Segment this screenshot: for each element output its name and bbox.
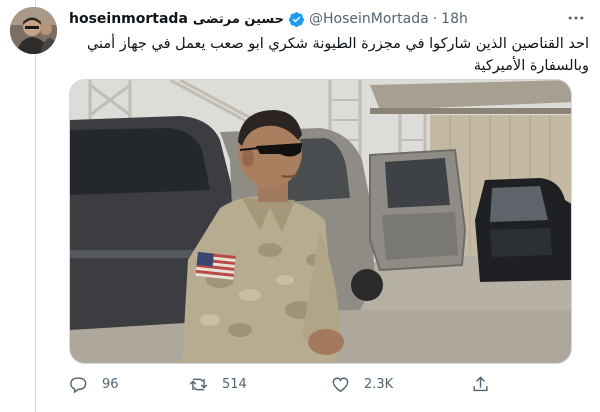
author-handle[interactable]: @HoseinMortada (309, 11, 429, 27)
tweet-timestamp[interactable]: 18h (441, 11, 468, 27)
tweet-photo[interactable] (69, 79, 572, 364)
retweet-icon (189, 378, 208, 390)
avatar[interactable] (10, 7, 57, 54)
reply-icon (70, 376, 87, 393)
like-button[interactable]: 2.3K (331, 375, 393, 394)
tweet-card[interactable]: hoseinmortada حسين مرتضى @HoseinMortada … (0, 0, 600, 412)
tweet-text: احد القناصين الذين شاركوا في مجزرة الطيو… (86, 36, 589, 74)
thread-divider (35, 0, 36, 412)
separator-dot: · (432, 11, 438, 27)
more-icon[interactable] (566, 8, 586, 28)
share-icon (473, 375, 488, 391)
like-count: 2.3K (364, 376, 394, 392)
reply-button[interactable]: 96 (69, 375, 119, 394)
like-icon (332, 377, 349, 392)
author-username[interactable]: hoseinmortada (69, 11, 188, 27)
retweet-count: 514 (222, 376, 247, 392)
retweet-button[interactable]: 514 (189, 375, 247, 394)
tweet-header: hoseinmortada حسين مرتضى @HoseinMortada … (69, 8, 468, 30)
author-display-name[interactable]: حسين مرتضى (193, 12, 284, 27)
verified-icon (288, 11, 305, 28)
reply-count: 96 (102, 376, 119, 392)
share-button[interactable] (471, 375, 504, 394)
tweet-actions: 96 514 2.3K (69, 371, 509, 397)
